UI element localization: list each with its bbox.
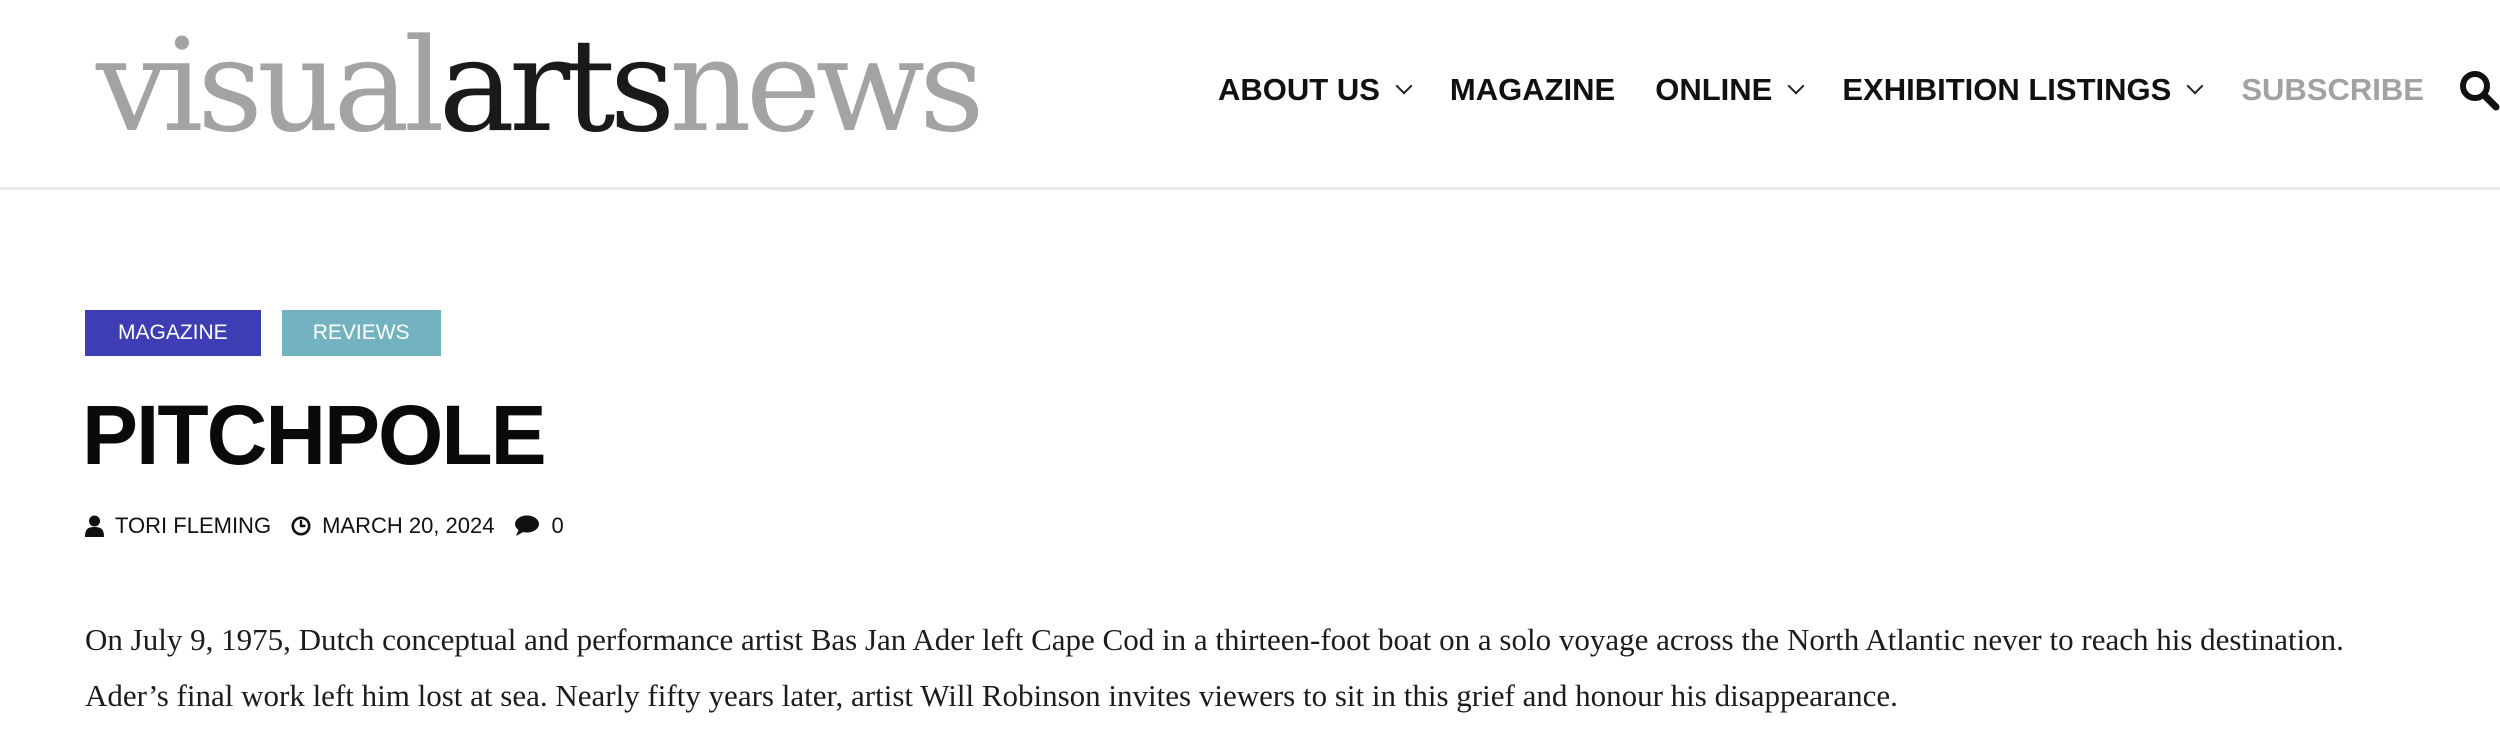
publish-date: MARCH 20, 2024	[291, 513, 494, 539]
article-meta: TORI FLEMING MARCH 20, 2024 0	[85, 508, 584, 544]
article-title: PITCHPOLE	[82, 388, 547, 482]
nav-about-us[interactable]: ABOUT US	[1218, 72, 1413, 108]
comment-icon	[515, 515, 540, 536]
site-logo[interactable]: visualartsnews	[96, 2, 985, 172]
nav-magazine-label: MAGAZINE	[1449, 72, 1616, 107]
nav-subscribe-label: SUBSCRIBE	[2241, 72, 2424, 107]
clock-icon	[291, 516, 311, 536]
search-button[interactable]	[2458, 69, 2500, 111]
publish-date-text: MARCH 20, 2024	[322, 513, 495, 538]
tag-magazine[interactable]: MAGAZINE	[85, 310, 261, 356]
chevron-down-icon	[2186, 77, 2204, 95]
site-header: visualartsnews ABOUT US MAGAZINE ONLINE …	[0, 0, 2500, 190]
search-icon	[2459, 71, 2500, 111]
tag-reviews[interactable]: REVIEWS	[281, 310, 441, 356]
logo-word-visual: visual	[96, 12, 445, 161]
logo-word-arts: arts	[438, 12, 676, 161]
main-navigation: ABOUT US MAGAZINE ONLINE EXHIBITION LIST…	[1218, 62, 2500, 118]
nav-online-label: ONLINE	[1655, 72, 1773, 107]
chevron-down-icon	[1787, 77, 1805, 95]
comment-count: 0	[551, 513, 564, 538]
nav-magazine[interactable]: MAGAZINE	[1450, 72, 1615, 108]
author-name: TORI FLEMING	[115, 513, 272, 538]
article-lede: On July 9, 1975, Dutch conceptual and pe…	[85, 622, 2344, 713]
comments-link[interactable]: 0	[514, 513, 564, 539]
nav-about-us-label: ABOUT US	[1218, 72, 1380, 107]
user-icon	[85, 515, 104, 537]
category-tags: MAGAZINE REVIEWS	[85, 310, 462, 356]
nav-online[interactable]: ONLINE	[1655, 72, 1805, 108]
nav-subscribe[interactable]: SUBSCRIBE	[2241, 72, 2424, 108]
author-link[interactable]: TORI FLEMING	[85, 513, 271, 539]
nav-exhibition-listings-label: EXHIBITION LISTINGS	[1842, 72, 2172, 107]
nav-exhibition-listings[interactable]: EXHIBITION LISTINGS	[1842, 72, 2204, 108]
logo-word-news: news	[669, 12, 984, 161]
chevron-down-icon	[1395, 77, 1413, 95]
